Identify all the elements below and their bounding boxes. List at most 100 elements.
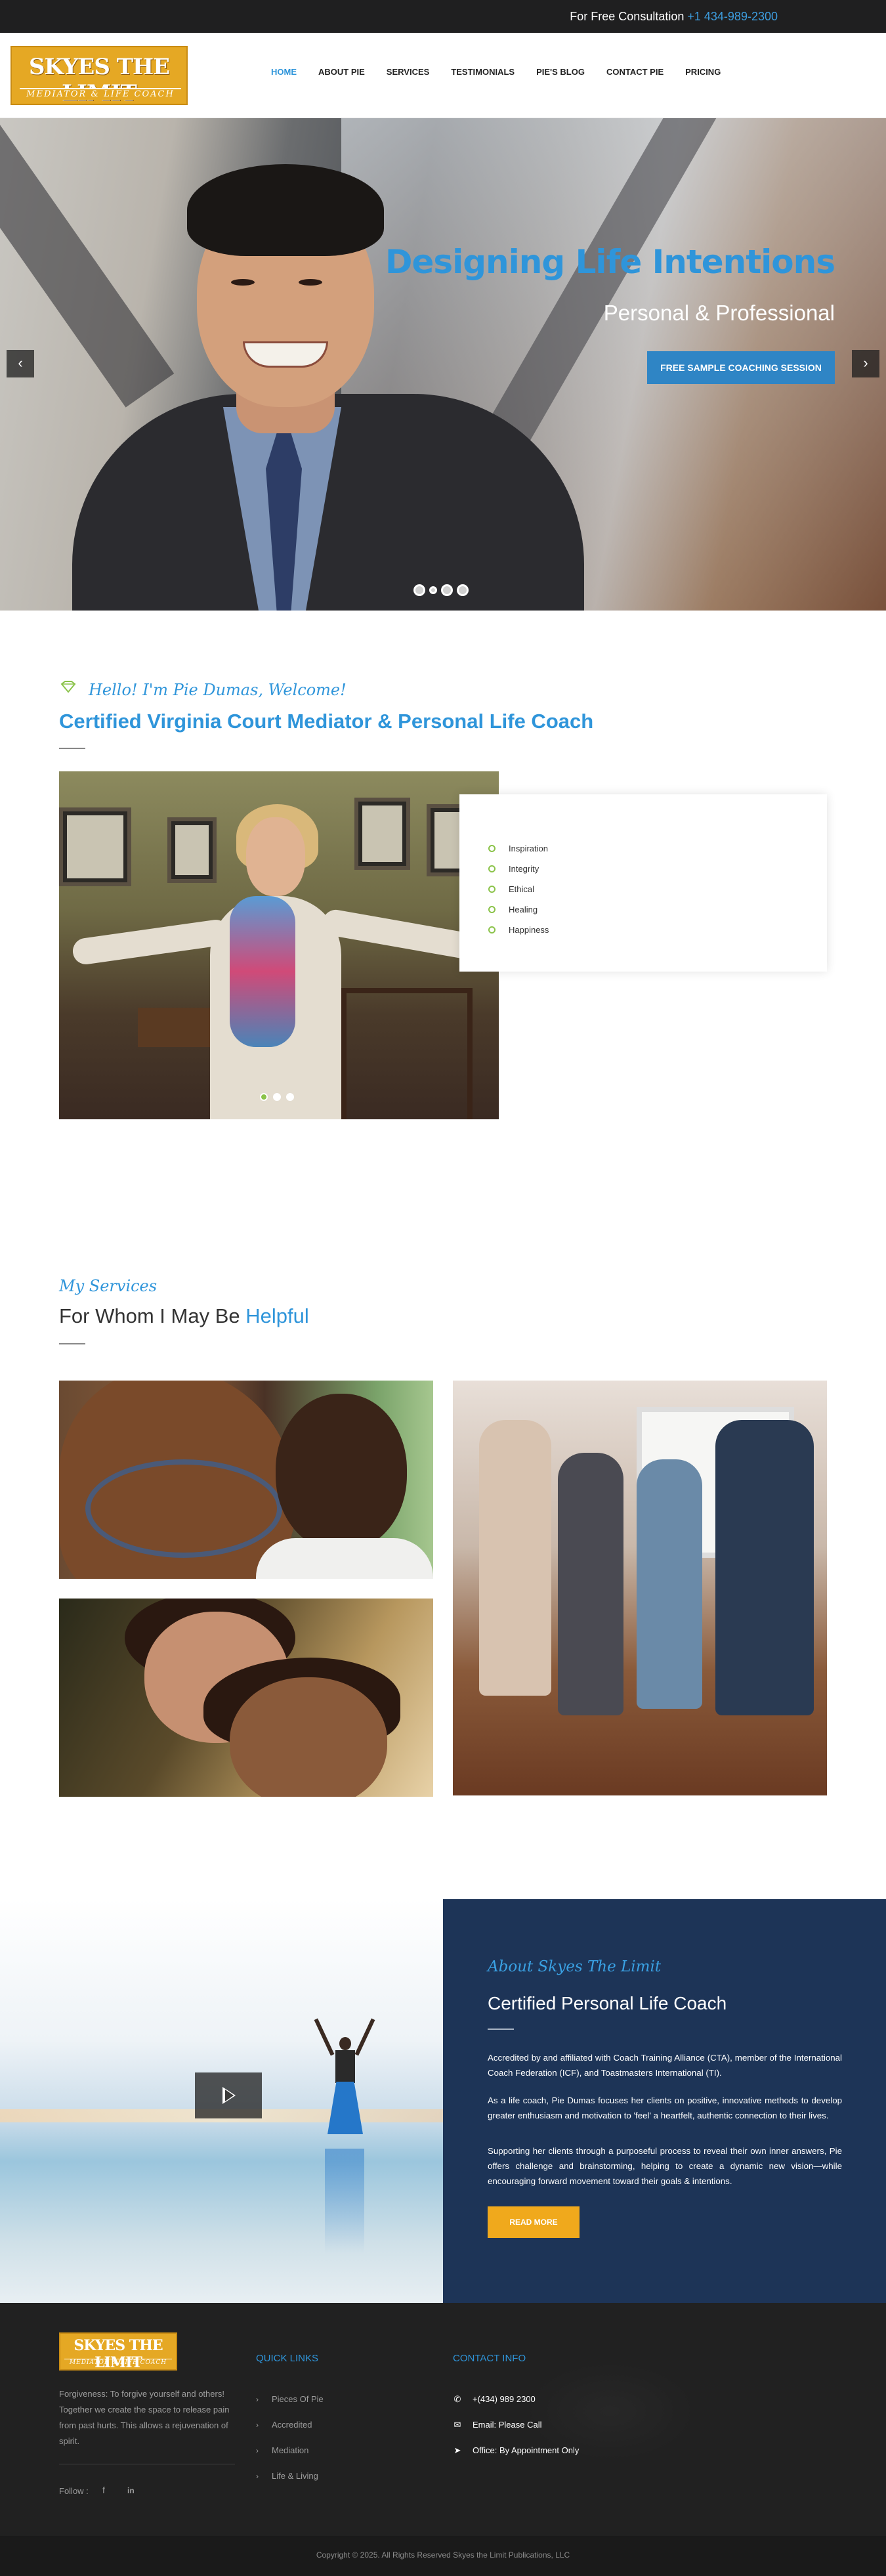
slider-next-icon[interactable]: ›: [852, 350, 879, 377]
play-icon: [222, 2087, 236, 2104]
nav-item-blog[interactable]: PIE'S BLOG: [536, 67, 585, 77]
slider-dot[interactable]: [286, 1093, 294, 1101]
slider-dot[interactable]: [457, 584, 469, 596]
hero-man-smile: [243, 341, 328, 368]
slider-prev-icon[interactable]: ‹: [7, 350, 34, 377]
services-heading: For Whom I May Be Helpful: [59, 1304, 309, 1328]
nav-item-home[interactable]: HOME: [271, 67, 297, 77]
about-panel: About Skyes The Limit Certified Personal…: [443, 1899, 886, 2303]
quick-link-pieces-of-pie[interactable]: › Pieces Of Pie: [256, 2386, 324, 2412]
contact-text: Office: By Appointment Only: [473, 2445, 580, 2455]
contact-email: ✉ Email: Please Call: [453, 2412, 579, 2437]
follow-label: Follow :: [59, 2486, 89, 2496]
services-subtitle: My Services: [59, 1277, 158, 1295]
phone-icon: ✆: [454, 2394, 461, 2404]
list-item: Healing: [488, 905, 549, 914]
nav-item-testimonials[interactable]: TESTIMONIALS: [451, 67, 515, 77]
chevron-right-icon: ›: [256, 2394, 259, 2404]
envelope-icon: ✉: [454, 2419, 461, 2430]
chevron-right-icon: ›: [256, 2445, 259, 2455]
circle-bullet-icon: [488, 845, 496, 852]
pie-dumas-photo-slider: [59, 771, 499, 1119]
wall-picture-frame: [354, 798, 410, 870]
copyright-bar: Copyright © 2025. All Rights Reserved Sk…: [0, 2536, 886, 2576]
nav-item-services[interactable]: SERVICES: [387, 67, 430, 77]
slider-dot[interactable]: [273, 1093, 281, 1101]
chevron-right-icon: ›: [256, 2420, 259, 2430]
slider-dot[interactable]: [429, 586, 437, 594]
nav-item-about-pie[interactable]: ABOUT PIE: [318, 67, 365, 77]
wall-picture-frame: [167, 817, 217, 883]
hero-subtitle: Personal & Professional: [603, 301, 835, 325]
restaurant-chair: [341, 988, 473, 1119]
quick-link-accredited[interactable]: › Accredited: [256, 2412, 324, 2437]
main-nav: HOME ABOUT PIE SERVICES TESTIMONIALS PIE…: [271, 67, 742, 77]
circle-bullet-icon: [488, 906, 496, 913]
site-logo[interactable]: SKYES THE LIMIT MEDIATOR & LIFE COACH: [11, 46, 188, 106]
slider-dot[interactable]: [441, 584, 453, 596]
read-more-button[interactable]: READ MORE: [488, 2206, 580, 2238]
contact-phone[interactable]: ✆ +(434) 989 2300: [453, 2386, 579, 2412]
quick-link-life-living[interactable]: › Life & Living: [256, 2463, 324, 2489]
about-video-panel: [0, 1899, 443, 2303]
woman-silhouette: [314, 2018, 375, 2149]
girl-face: [230, 1677, 387, 1797]
footer-logo[interactable]: SKYES THE LIMIT MEDIATOR & LIFE COACH: [59, 2332, 177, 2371]
man-shirt: [256, 1538, 433, 1579]
contact-info-heading: CONTACT INFO: [453, 2353, 526, 2364]
hero-man-hair: [187, 164, 384, 256]
list-item: Happiness: [488, 925, 549, 935]
group-person: [637, 1459, 702, 1709]
core-values-list: Inspiration Integrity Ethical Healing Ha…: [488, 844, 549, 945]
contact-info-list: ✆ +(434) 989 2300 ✉ Email: Please Call ➤ Of…: [453, 2386, 580, 2463]
contact-text: +(434) 989 2300: [473, 2394, 536, 2404]
value-label: Integrity: [509, 864, 539, 874]
horse-halter: [85, 1459, 282, 1558]
list-item: Integrity: [488, 864, 549, 874]
service-tile-family[interactable]: [59, 1599, 433, 1797]
welcome-heading: Certified Virginia Court Mediator & Pers…: [59, 710, 594, 733]
slider-dot[interactable]: [260, 1093, 268, 1101]
group-person: [715, 1420, 814, 1715]
lady-head: [246, 817, 305, 896]
list-item: Inspiration: [488, 844, 549, 853]
consultation-text: For Free Consultation +1 434-989-2300: [570, 10, 778, 24]
linkedin-icon[interactable]: in: [127, 2486, 135, 2495]
service-tile-horse-therapy[interactable]: [59, 1381, 433, 1579]
services-heading-prefix: For Whom I May Be: [59, 1304, 240, 1327]
quick-link-mediation[interactable]: › Mediation: [256, 2437, 324, 2463]
video-play-button[interactable]: [195, 2072, 262, 2118]
facebook-icon[interactable]: f: [102, 2485, 105, 2495]
heading-divider: [59, 748, 85, 749]
circle-bullet-icon: [488, 926, 496, 934]
welcome-diamond-icon: [59, 680, 79, 696]
hero-slider-dots: [413, 584, 469, 596]
hero-title: Designing Life Intentions: [385, 243, 835, 281]
about-paragraph: Supporting her clients through a purpose…: [488, 2146, 842, 2186]
hero-slider: Designing Life Intentions Personal & Pro…: [0, 118, 886, 611]
service-tile-group-session[interactable]: [453, 1381, 827, 1795]
quick-link-label: Mediation: [272, 2445, 309, 2455]
footer-logo-main: SKYES THE LIMIT: [74, 2337, 163, 2371]
lady-arm: [71, 918, 231, 966]
lady-scarf: [230, 896, 295, 1047]
water-reflection: [325, 2149, 364, 2254]
value-label: Healing: [509, 905, 538, 914]
services-heading-highlight: Helpful: [245, 1304, 309, 1327]
logo-sub-text: MEDIATOR & LIFE COACH: [20, 88, 181, 100]
consultation-label: For Free Consultation: [570, 10, 685, 23]
circle-bullet-icon: [488, 886, 496, 893]
footer-logo-sub: MEDIATOR & LIFE COACH: [64, 2359, 172, 2366]
hero-man-eye: [231, 279, 255, 286]
heading-divider: [488, 2029, 514, 2030]
nav-item-contact-pie[interactable]: CONTACT PIE: [606, 67, 664, 77]
free-session-button[interactable]: FREE SAMPLE COACHING SESSION: [647, 351, 835, 384]
about-heading: Certified Personal Life Coach: [488, 1993, 727, 2013]
about-subtitle: About Skyes The Limit: [488, 1958, 662, 1975]
hero-man-eye: [299, 279, 322, 286]
consultation-phone-link[interactable]: +1 434-989-2300: [687, 10, 778, 23]
nav-item-pricing[interactable]: PRICING: [685, 67, 721, 77]
value-label: Happiness: [509, 925, 549, 935]
slider-dot[interactable]: [413, 584, 425, 596]
quick-links-list: › Pieces Of Pie › Accredited › Mediation › L…: [256, 2386, 324, 2489]
